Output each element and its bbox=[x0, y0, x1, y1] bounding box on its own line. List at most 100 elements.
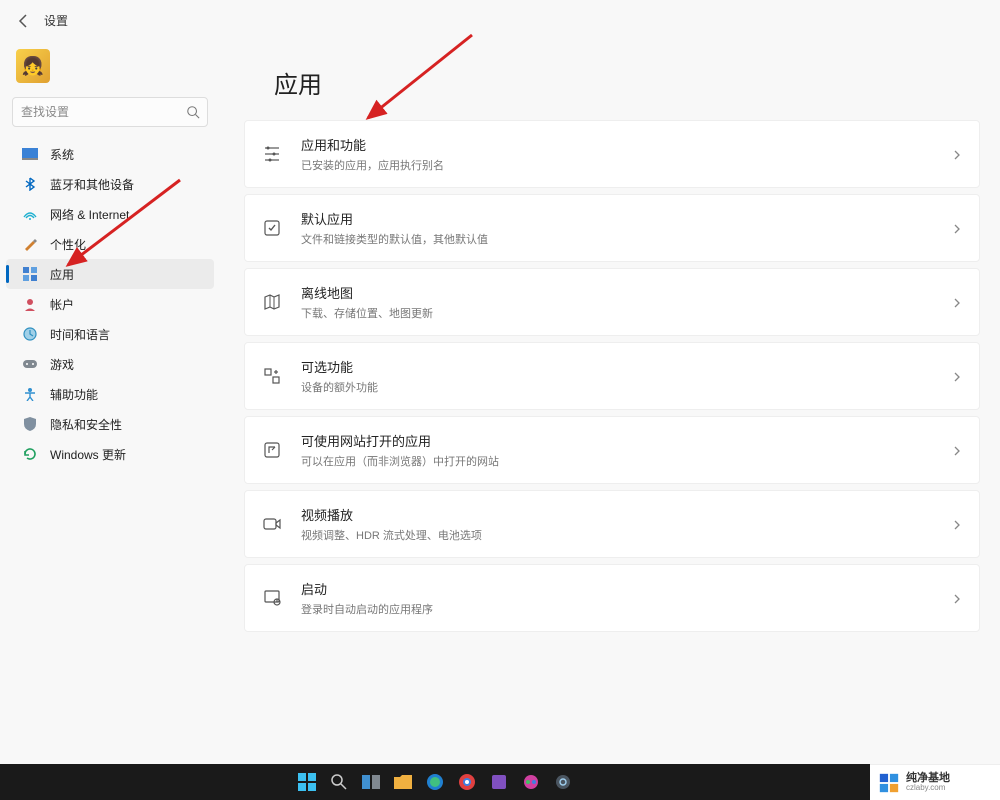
header-title: 设置 bbox=[44, 12, 68, 29]
website-apps-icon bbox=[261, 439, 283, 461]
user-avatar-block[interactable]: 👧 bbox=[0, 41, 220, 97]
card-text: 可选功能 设备的额外功能 bbox=[301, 357, 951, 395]
taskbar-taskview-icon[interactable] bbox=[359, 770, 383, 794]
nav-list: 系统 蓝牙和其他设备 网络 & Internet 个性化 应用 帐户 bbox=[0, 139, 220, 469]
card-desc: 已安装的应用，应用执行别名 bbox=[301, 157, 951, 173]
system-icon bbox=[22, 146, 38, 162]
sidebar-item-apps[interactable]: 应用 bbox=[6, 259, 214, 289]
taskbar-settings-icon[interactable] bbox=[551, 770, 575, 794]
sidebar-item-network[interactable]: 网络 & Internet bbox=[6, 199, 214, 229]
page-title: 应用 bbox=[274, 65, 980, 100]
startup-icon bbox=[261, 587, 283, 609]
sidebar-item-label: 辅助功能 bbox=[50, 386, 98, 403]
sidebar-item-label: 帐户 bbox=[50, 296, 74, 313]
time-icon bbox=[22, 326, 38, 342]
card-desc: 视频调整、HDR 流式处理、电池选项 bbox=[301, 527, 951, 543]
sidebar-item-label: Windows 更新 bbox=[50, 446, 126, 463]
taskbar-explorer-icon[interactable] bbox=[391, 770, 415, 794]
sidebar-item-windows-update[interactable]: Windows 更新 bbox=[6, 439, 214, 469]
card-title: 视频播放 bbox=[301, 505, 951, 524]
apps-icon bbox=[22, 266, 38, 282]
network-icon bbox=[22, 206, 38, 222]
sidebar-item-bluetooth[interactable]: 蓝牙和其他设备 bbox=[6, 169, 214, 199]
search-icon[interactable] bbox=[186, 105, 200, 119]
card-title: 可使用网站打开的应用 bbox=[301, 431, 951, 450]
apps-features-icon bbox=[261, 143, 283, 165]
taskbar-chrome-icon[interactable] bbox=[455, 770, 479, 794]
sidebar-item-label: 蓝牙和其他设备 bbox=[50, 176, 134, 193]
bluetooth-icon bbox=[22, 176, 38, 192]
card-text: 应用和功能 已安装的应用，应用执行别名 bbox=[301, 135, 951, 173]
taskbar bbox=[0, 764, 870, 800]
card-apps-features[interactable]: 应用和功能 已安装的应用，应用执行别名 bbox=[244, 120, 980, 188]
card-text: 视频播放 视频调整、HDR 流式处理、电池选项 bbox=[301, 505, 951, 543]
card-title: 启动 bbox=[301, 579, 951, 598]
watermark: 纯净基地 czlaby.com bbox=[870, 764, 1000, 800]
taskbar-search-icon[interactable] bbox=[327, 770, 351, 794]
search-box bbox=[12, 97, 208, 127]
card-optional-features[interactable]: 可选功能 设备的额外功能 bbox=[244, 342, 980, 410]
header-bar: 设置 bbox=[0, 0, 1000, 41]
card-desc: 登录时自动启动的应用程序 bbox=[301, 601, 951, 617]
back-arrow-icon[interactable] bbox=[16, 13, 32, 29]
sidebar-item-label: 系统 bbox=[50, 146, 74, 163]
card-text: 默认应用 文件和链接类型的默认值，其他默认值 bbox=[301, 209, 951, 247]
watermark-text: 纯净基地 czlaby.com bbox=[906, 772, 950, 793]
chevron-right-icon bbox=[951, 370, 963, 382]
sidebar: 👧 系统 蓝牙和其他设备 网络 & Internet 个性化 bbox=[0, 41, 220, 721]
search-input[interactable] bbox=[12, 97, 208, 127]
accessibility-icon bbox=[22, 386, 38, 402]
sidebar-item-label: 隐私和安全性 bbox=[50, 416, 122, 433]
card-desc: 设备的额外功能 bbox=[301, 379, 951, 395]
card-text: 离线地图 下载、存储位置、地图更新 bbox=[301, 283, 951, 321]
watermark-logo-icon bbox=[878, 772, 900, 794]
sidebar-item-label: 时间和语言 bbox=[50, 326, 110, 343]
sidebar-item-label: 游戏 bbox=[50, 356, 74, 373]
accounts-icon bbox=[22, 296, 38, 312]
offline-maps-icon bbox=[261, 291, 283, 313]
privacy-icon bbox=[22, 416, 38, 432]
card-offline-maps[interactable]: 离线地图 下载、存储位置、地图更新 bbox=[244, 268, 980, 336]
card-text: 启动 登录时自动启动的应用程序 bbox=[301, 579, 951, 617]
video-playback-icon bbox=[261, 513, 283, 535]
chevron-right-icon bbox=[951, 296, 963, 308]
user-avatar-icon: 👧 bbox=[16, 49, 50, 83]
sidebar-item-accessibility[interactable]: 辅助功能 bbox=[6, 379, 214, 409]
card-desc: 文件和链接类型的默认值，其他默认值 bbox=[301, 231, 951, 247]
card-video-playback[interactable]: 视频播放 视频调整、HDR 流式处理、电池选项 bbox=[244, 490, 980, 558]
watermark-sub: czlaby.com bbox=[906, 784, 950, 793]
card-title: 应用和功能 bbox=[301, 135, 951, 154]
sidebar-item-gaming[interactable]: 游戏 bbox=[6, 349, 214, 379]
main-content: 应用 应用和功能 已安装的应用，应用执行别名 默认应用 文件和链接类型的默认值，… bbox=[220, 41, 1000, 721]
sidebar-item-accounts[interactable]: 帐户 bbox=[6, 289, 214, 319]
sidebar-item-label: 网络 & Internet bbox=[50, 206, 129, 223]
sidebar-item-personalization[interactable]: 个性化 bbox=[6, 229, 214, 259]
taskbar-edge-icon[interactable] bbox=[423, 770, 447, 794]
main-layout: 👧 系统 蓝牙和其他设备 网络 & Internet 个性化 bbox=[0, 41, 1000, 721]
sidebar-item-label: 应用 bbox=[50, 266, 74, 283]
card-title: 可选功能 bbox=[301, 357, 951, 376]
default-apps-icon bbox=[261, 217, 283, 239]
chevron-right-icon bbox=[951, 444, 963, 456]
card-title: 离线地图 bbox=[301, 283, 951, 302]
card-title: 默认应用 bbox=[301, 209, 951, 228]
card-startup[interactable]: 启动 登录时自动启动的应用程序 bbox=[244, 564, 980, 632]
taskbar-app2-icon[interactable] bbox=[519, 770, 543, 794]
chevron-right-icon bbox=[951, 592, 963, 604]
sidebar-item-time-language[interactable]: 时间和语言 bbox=[6, 319, 214, 349]
card-desc: 下载、存储位置、地图更新 bbox=[301, 305, 951, 321]
optional-features-icon bbox=[261, 365, 283, 387]
sidebar-item-privacy[interactable]: 隐私和安全性 bbox=[6, 409, 214, 439]
taskbar-start-icon[interactable] bbox=[295, 770, 319, 794]
chevron-right-icon bbox=[951, 222, 963, 234]
taskbar-app1-icon[interactable] bbox=[487, 770, 511, 794]
personalization-icon bbox=[22, 236, 38, 252]
card-website-apps[interactable]: 可使用网站打开的应用 可以在应用（而非浏览器）中打开的网站 bbox=[244, 416, 980, 484]
sidebar-item-system[interactable]: 系统 bbox=[6, 139, 214, 169]
chevron-right-icon bbox=[951, 148, 963, 160]
update-icon bbox=[22, 446, 38, 462]
card-default-apps[interactable]: 默认应用 文件和链接类型的默认值，其他默认值 bbox=[244, 194, 980, 262]
card-text: 可使用网站打开的应用 可以在应用（而非浏览器）中打开的网站 bbox=[301, 431, 951, 469]
gaming-icon bbox=[22, 356, 38, 372]
sidebar-item-label: 个性化 bbox=[50, 236, 86, 253]
